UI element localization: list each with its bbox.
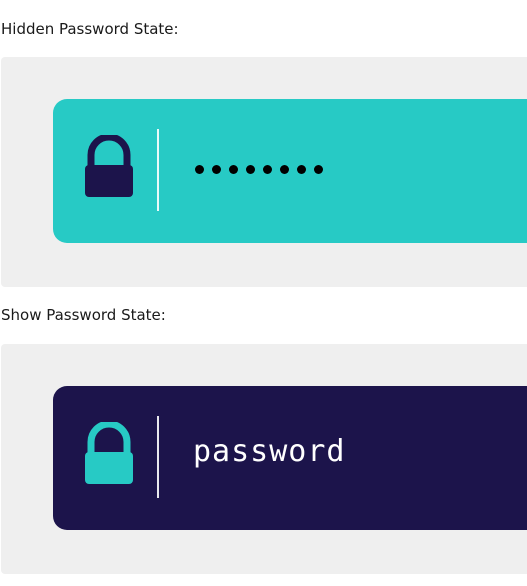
lock-icon[interactable]	[77, 420, 141, 494]
password-field-hidden[interactable]	[53, 99, 527, 243]
mask-dot	[246, 165, 255, 174]
mask-dot	[280, 165, 289, 174]
password-field-shown[interactable]: password	[53, 386, 527, 530]
masked-password[interactable]	[195, 165, 323, 174]
mask-dot	[314, 165, 323, 174]
shown-password-panel: password	[1, 344, 527, 574]
mask-dot	[212, 165, 221, 174]
mask-dot	[297, 165, 306, 174]
mask-dot	[263, 165, 272, 174]
mask-dot	[195, 165, 204, 174]
hidden-state-label: Hidden Password State:	[1, 20, 179, 38]
password-text[interactable]: password	[193, 434, 513, 469]
mask-dot	[229, 165, 238, 174]
hidden-password-panel	[1, 57, 527, 287]
shown-state-label: Show Password State:	[1, 306, 166, 324]
lock-icon[interactable]	[77, 133, 141, 207]
field-divider	[157, 129, 159, 211]
field-divider	[157, 416, 159, 498]
